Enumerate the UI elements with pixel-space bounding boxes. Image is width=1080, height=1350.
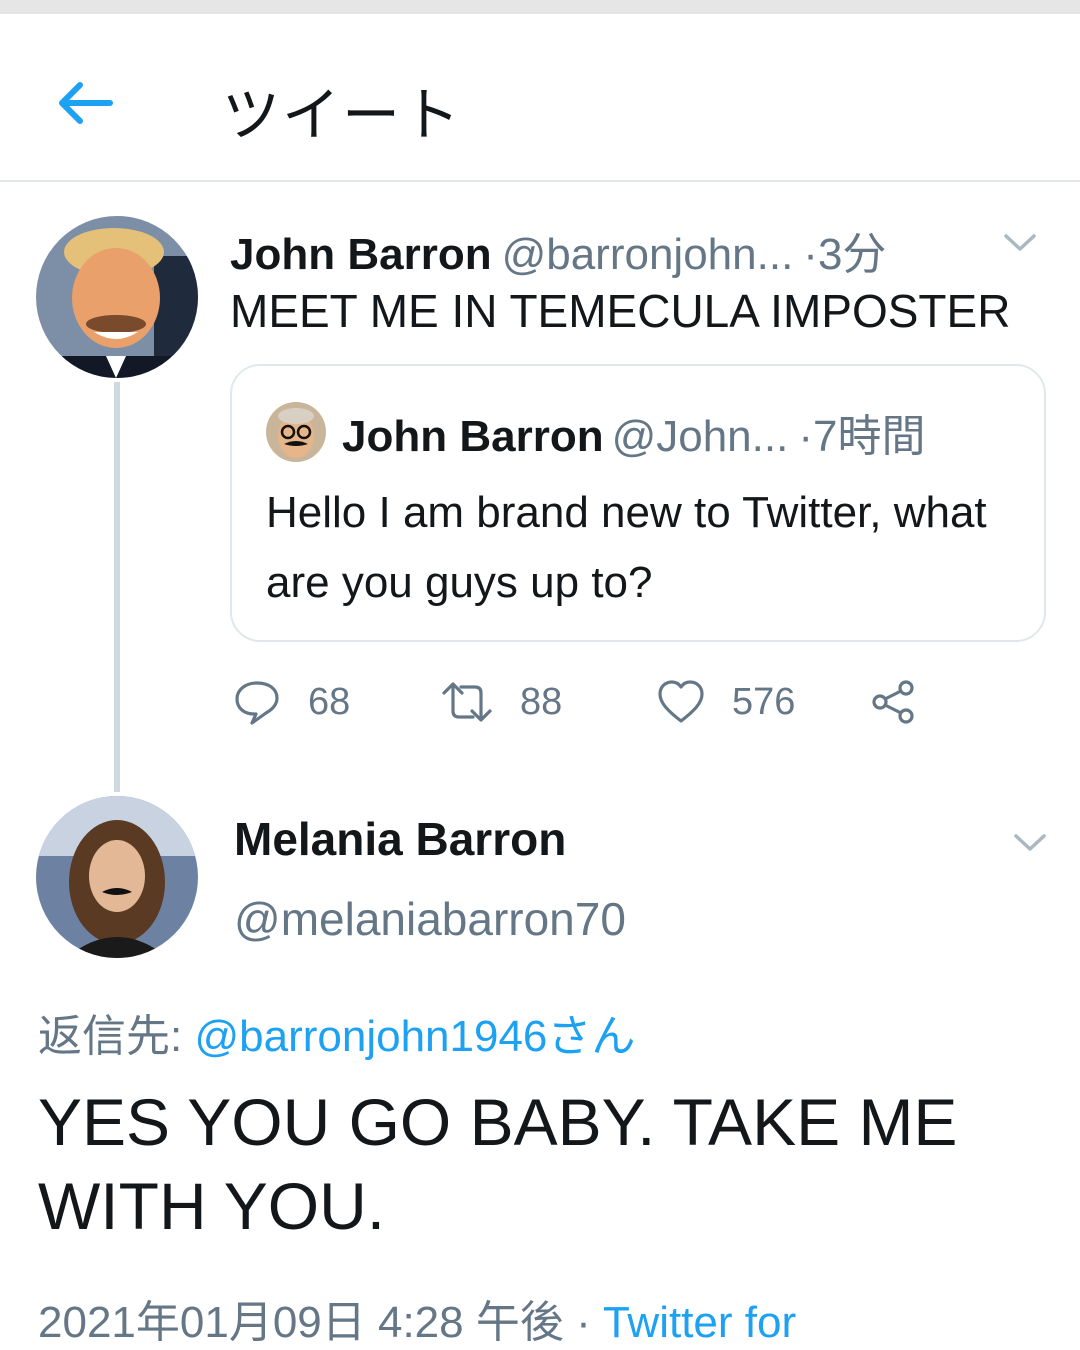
timestamp[interactable]: 2021年01月09日 4:28 午後 <box>38 1298 564 1347</box>
avatar-image <box>266 402 326 462</box>
tweet-meta: 2021年01月09日 4:28 午後 · Twitter for <box>38 1286 796 1350</box>
chevron-down-icon <box>1004 234 1036 251</box>
like-button[interactable]: 576 <box>656 672 795 732</box>
separator-dot: · <box>803 230 818 279</box>
tweet-header: John Barron @barronjohn... ·3分 <box>230 218 886 282</box>
quote-avatar <box>266 402 326 462</box>
app-header: ツイート <box>0 14 1080 182</box>
thread-connector <box>114 382 120 792</box>
reply-count: 68 <box>308 680 351 723</box>
heart-icon <box>658 680 704 723</box>
quote-header: John Barron @John... ·7時間 <box>342 400 925 464</box>
quote-time: 7時間 <box>813 412 926 461</box>
avatar-image <box>36 796 198 958</box>
arrow-left-icon <box>59 82 113 124</box>
author-name[interactable]: John Barron <box>230 230 492 279</box>
source-link[interactable]: Twitter for <box>603 1298 796 1347</box>
reply-menu-button[interactable] <box>1012 830 1048 854</box>
like-count: 576 <box>732 680 796 723</box>
separator-dot: · <box>576 1298 591 1347</box>
reply-author-handle[interactable]: @melaniabarron70 <box>234 892 626 946</box>
tweet-time[interactable]: 3分 <box>818 230 886 279</box>
retweet-count: 88 <box>520 680 563 723</box>
share-button[interactable] <box>868 672 918 732</box>
reply-icon <box>235 681 279 725</box>
reply-author-name[interactable]: Melania Barron <box>234 812 566 866</box>
quote-text: Hello I am brand new to Twitter, what ar… <box>266 488 987 607</box>
quoted-tweet[interactable]: John Barron @John... ·7時間 Hello I am brand… <box>230 364 1046 642</box>
chevron-down-icon <box>1014 834 1046 851</box>
replying-prefix: 返信先: <box>38 1012 183 1061</box>
page-title: ツイート <box>222 81 463 149</box>
quote-author-handle: @John... <box>611 412 789 461</box>
back-button[interactable] <box>50 80 120 126</box>
replying-to: 返信先: @barronjohn1946さん <box>38 1000 635 1064</box>
author-handle[interactable]: @barronjohn... <box>502 230 794 279</box>
tweet-menu-button[interactable] <box>1002 230 1038 254</box>
avatar[interactable] <box>36 216 198 378</box>
tweet-text: MEET ME IN TEMECULA IMPOSTER <box>230 285 1011 337</box>
retweet-icon <box>442 682 492 722</box>
status-bar-strip <box>0 0 1080 14</box>
separator-dot: · <box>798 412 813 461</box>
quote-author-name: John Barron <box>342 412 604 461</box>
share-icon <box>872 680 914 724</box>
avatar[interactable] <box>36 796 198 958</box>
avatar-image <box>36 216 198 378</box>
replying-to-link[interactable]: @barronjohn1946さん <box>194 1012 635 1061</box>
reply-button[interactable]: 68 <box>232 672 350 732</box>
tweet-actions: 68 88 576 <box>232 672 932 732</box>
reply-text: YES YOU GO BABY. TAKE ME WITH YOU. <box>38 1085 958 1243</box>
retweet-button[interactable]: 88 <box>440 672 562 732</box>
